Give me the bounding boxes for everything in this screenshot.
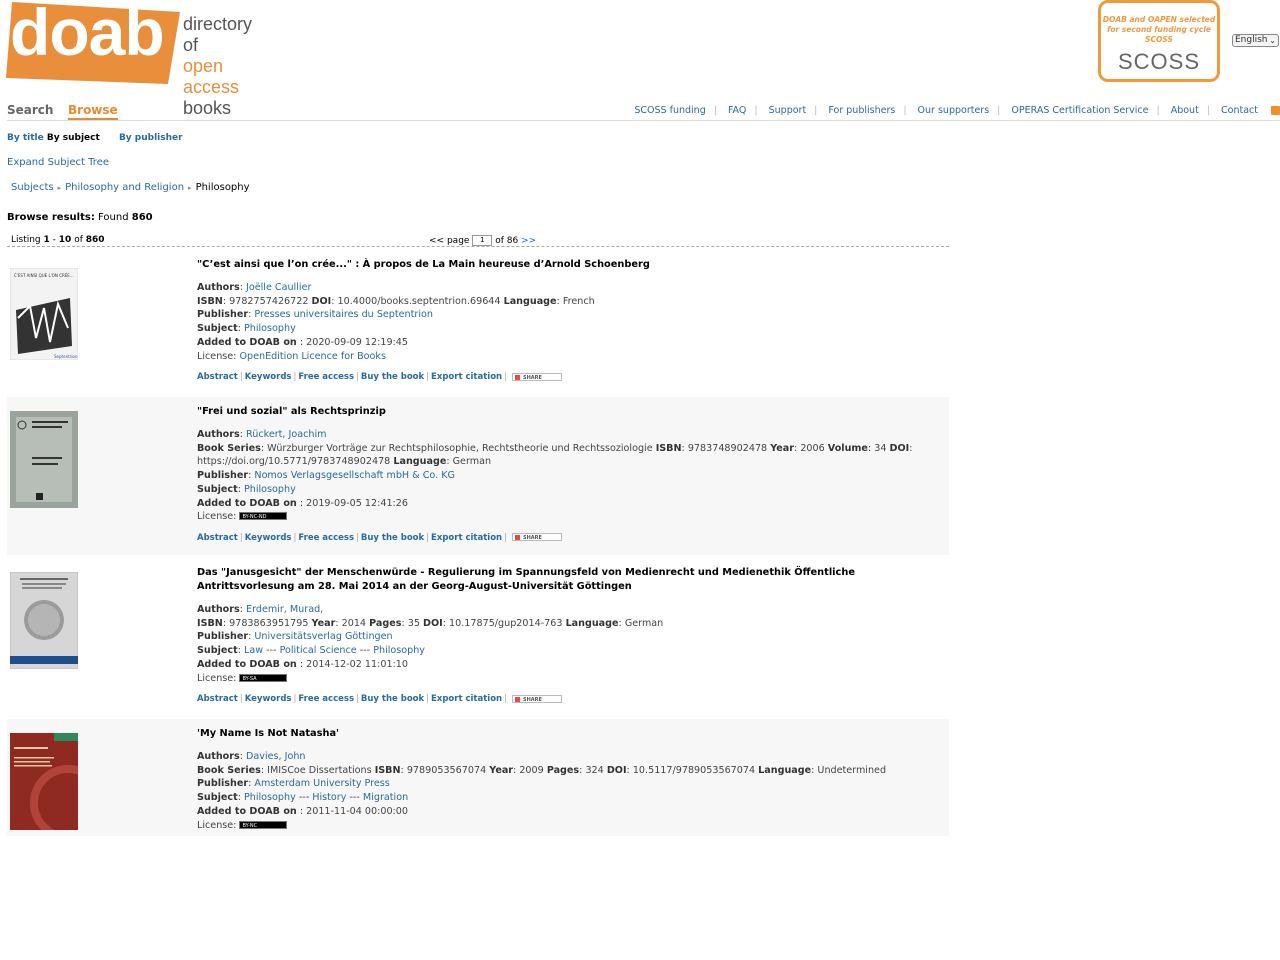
chevron-down-icon: ⌄ [1269,36,1276,45]
listing-bar: Listing 1 - 10 of 860 << page 1 of 86 >> [7,235,949,247]
publisher-link[interactable]: Presses universitaires du Septentrion [254,309,433,320]
nav-browse[interactable]: Browse [68,103,118,120]
book-cover[interactable] [10,411,78,508]
record-title[interactable]: 'My Name Is Not Natasha' [197,727,945,741]
publisher-link[interactable]: Universitätsverlag Göttingen [254,631,392,642]
prev-page[interactable]: << [429,236,444,246]
publisher-link[interactable]: Nomos Verlagsgesellschaft mbH & Co. KG [254,470,455,481]
nav-link-for-publishers[interactable]: For publishers [828,105,895,116]
nav-link-scoss-funding[interactable]: SCOSS funding [634,105,705,116]
record-title[interactable]: "Frei und sozial" als Rechtsprinzip [197,405,945,419]
subject-link[interactable]: Philosophy [244,323,296,334]
breadcrumb-parent[interactable]: Philosophy and Religion [65,182,184,193]
keywords-link[interactable]: Keywords [245,372,292,382]
share-button[interactable]: SHARE [511,694,562,703]
abstract-link[interactable]: Abstract [197,533,238,543]
free-access-link[interactable]: Free access [298,533,354,543]
nav-link-operas[interactable]: OPERAS Certification Service [1011,105,1148,116]
logo-word: doab [10,0,165,69]
publisher-link[interactable]: Amsterdam University Press [254,778,389,789]
browse-subnav: By title By subject By publisher [7,133,183,143]
book-cover[interactable] [10,572,78,669]
keywords-link[interactable]: Keywords [245,694,292,704]
rss-icon[interactable] [1271,106,1280,115]
nav-links: SCOSS funding | FAQ | Support | For publish… [634,105,1258,116]
browse-results: Browse results: Found 860 [7,212,153,223]
list-item: "Frei und sozial" als Rechtsprinzip Auth… [7,397,949,555]
nav-link-support[interactable]: Support [769,105,807,116]
expand-subject-tree[interactable]: Expand Subject Tree [7,157,109,168]
export-citation-link[interactable]: Export citation [431,372,502,382]
list-item: Das "Janusgesicht" der Menschenwürde - R… [7,558,949,710]
buy-link[interactable]: Buy the book [361,533,424,543]
page-input[interactable]: 1 [472,235,493,246]
svg-text:Septentrion: Septentrion [54,354,78,359]
breadcrumb: Subjects ▸ Philosophy and Religion ▸ Philoso… [11,182,250,193]
browse-by-publisher[interactable]: By publisher [119,133,183,143]
share-button[interactable]: SHARE [511,372,562,381]
share-icon [514,374,520,380]
keywords-link[interactable]: Keywords [245,533,292,543]
buy-link[interactable]: Buy the book [361,372,424,382]
license-badge[interactable]: BY-NC-ND [239,512,288,521]
list-item: 'My Name Is Not Natasha' Authors: Davies… [7,719,949,836]
nav-link-faq[interactable]: FAQ [728,105,746,116]
record-title[interactable]: Das "Janusgesicht" der Menschenwürde - R… [197,566,945,594]
share-icon [514,535,520,541]
subject-link[interactable]: Philosophy [373,645,425,656]
nav-link-contact[interactable]: Contact [1221,105,1258,116]
subject-link[interactable]: Law [244,645,263,656]
abstract-link[interactable]: Abstract [197,372,238,382]
license-badge[interactable]: BY-SA [239,673,288,682]
share-button[interactable]: SHARE [511,533,562,542]
subject-link[interactable]: Philosophy [244,484,296,495]
subject-link[interactable]: History [312,792,346,803]
export-citation-link[interactable]: Export citation [431,533,502,543]
browse-by-subject[interactable]: By subject [47,133,100,143]
subject-link[interactable]: Political Science [280,645,357,656]
subject-link[interactable]: Migration [363,792,408,803]
nav-search[interactable]: Search [7,103,53,117]
record-info: Das "Janusgesicht" der Menschenwürde - R… [197,566,945,707]
next-page[interactable]: >> [521,236,536,246]
record-actions: Abstract | Keywords | Free access | Buy the bo… [197,693,945,707]
author-link[interactable]: Joëlle Caullier [246,282,311,293]
record-info: "Frei und sozial" als Rechtsprinzip Auth… [197,405,945,546]
language-select[interactable]: English ⌄ [1232,34,1279,47]
breadcrumb-current: Philosophy [195,182,250,193]
doab-logo[interactable]: doab directory of open access books [6,0,268,118]
book-cover[interactable]: C'EST AINSI QUE L'ON CRÉE... Septentrion [10,268,78,360]
scoss-logo: SCOSS [1117,49,1201,74]
nav-link-our-supporters[interactable]: Our supporters [918,105,990,116]
breadcrumb-subjects[interactable]: Subjects [11,182,54,193]
export-citation-link[interactable]: Export citation [431,694,502,704]
author-link[interactable]: Erdemir, Murad, [246,604,323,615]
main-nav: Search Browse SCOSS funding | FAQ | Suppor… [7,100,1280,121]
author-link[interactable]: Rückert, Joachim [246,429,326,440]
scoss-banner[interactable]: DOAB and OAPEN selected for second fundi… [1098,0,1220,82]
pagination: << page 1 of 86 >> [429,235,537,246]
record-actions: Abstract | Keywords | Free access | Buy the bo… [197,371,945,385]
license-badge[interactable]: BY-NC [239,820,288,829]
svg-text:C'EST AINSI QUE L'ON CRÉE...: C'EST AINSI QUE L'ON CRÉE... [14,273,74,278]
buy-link[interactable]: Buy the book [361,694,424,704]
free-access-link[interactable]: Free access [298,694,354,704]
record-info: 'My Name Is Not Natasha' Authors: Davies… [197,727,945,832]
license-link[interactable]: OpenEdition Licence for Books [239,351,385,362]
subject-link[interactable]: Philosophy [244,792,296,803]
browse-by-title[interactable]: By title [7,133,44,143]
list-item: C'EST AINSI QUE L'ON CRÉE... Septentrion… [7,252,949,387]
author-link[interactable]: Davies, John [246,751,305,762]
listing-range: Listing 1 - 10 of 860 [11,235,105,245]
book-cover[interactable] [10,733,78,830]
share-icon [514,696,520,702]
record-info: "C’est ainsi que l’on crée..." : À propo… [197,258,945,385]
record-title[interactable]: "C’est ainsi que l’on crée..." : À propo… [197,258,945,272]
record-actions: Abstract | Keywords | Free access | Buy the bo… [197,532,945,546]
free-access-link[interactable]: Free access [298,372,354,382]
scoss-banner-text: DOAB and OAPEN selected for second fundi… [1102,15,1216,44]
abstract-link[interactable]: Abstract [197,694,238,704]
nav-link-about[interactable]: About [1171,105,1199,116]
